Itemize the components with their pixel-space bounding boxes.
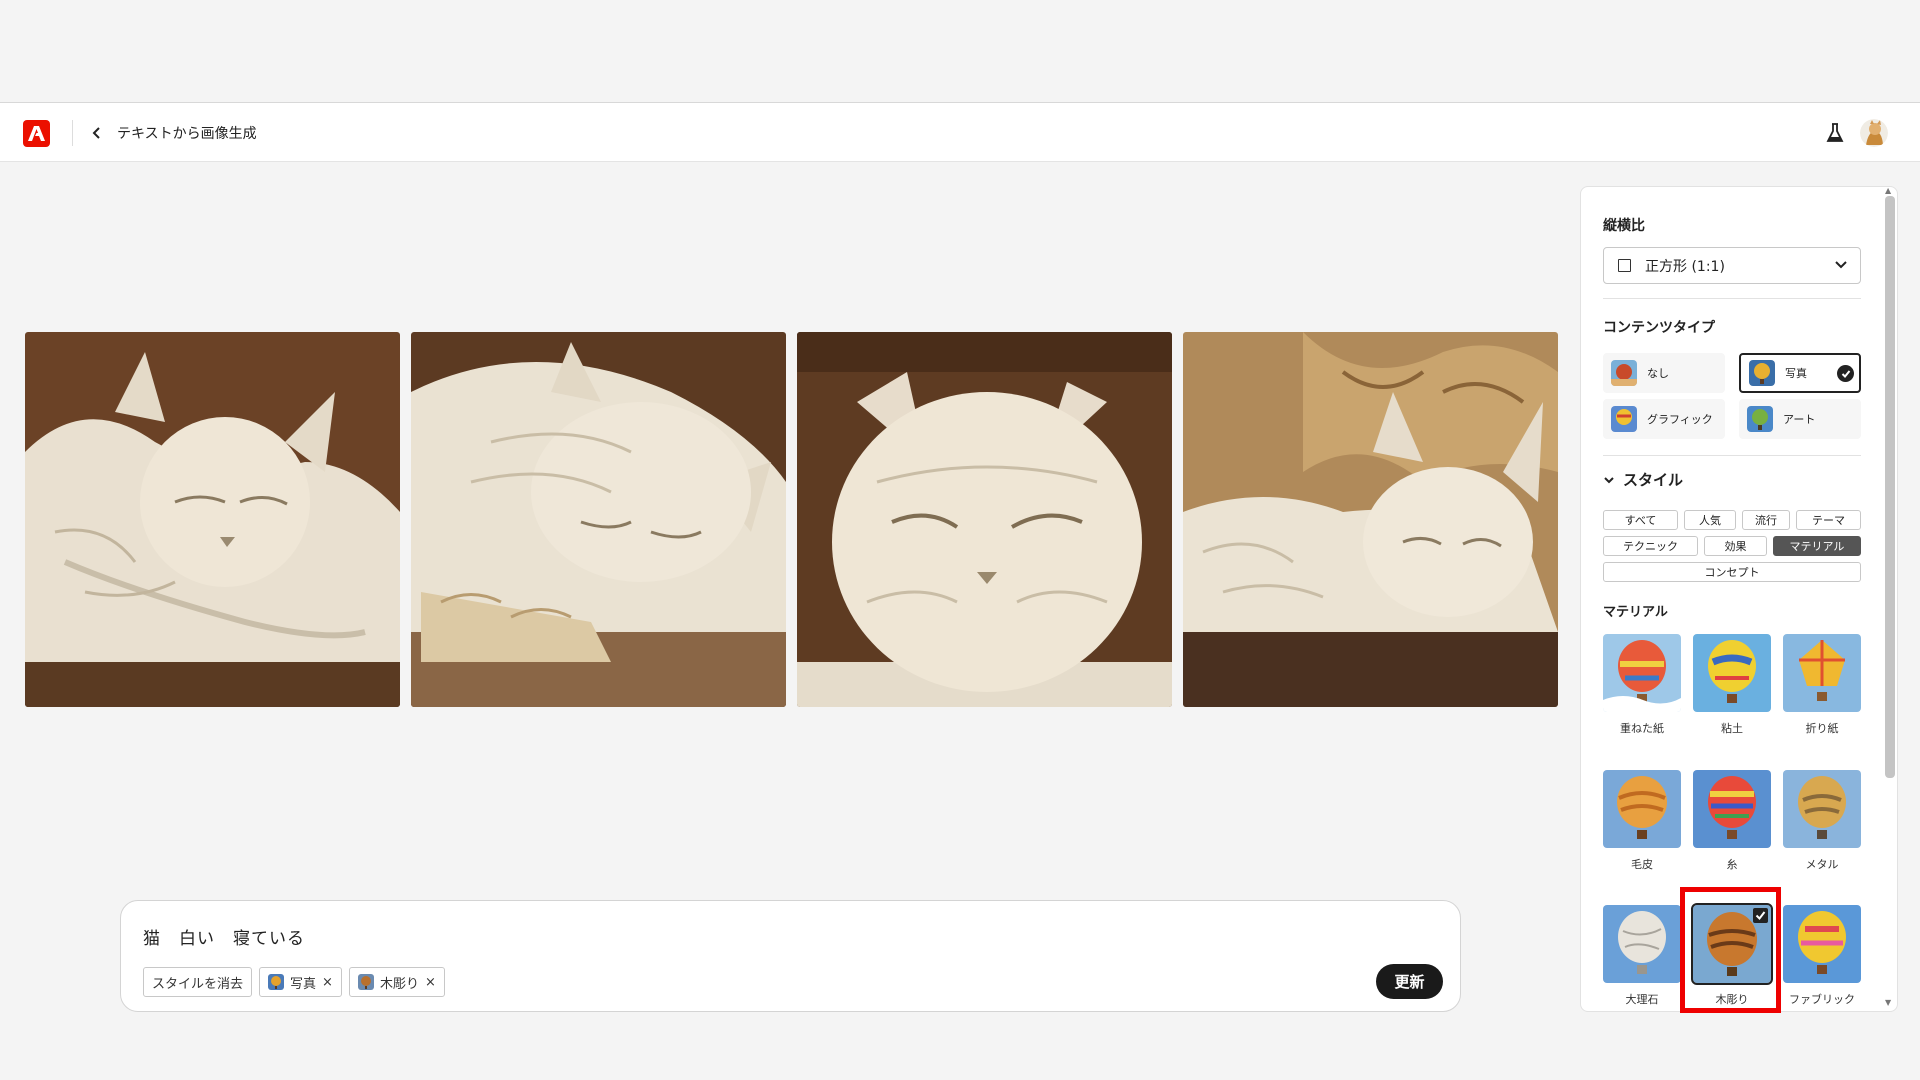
material-tile-label: 折り紙 (1805, 722, 1839, 735)
material-tile-marble[interactable]: 大理石 (1603, 905, 1681, 1007)
style-chip-row: スタイルを消去 写真 × 木彫り × (143, 967, 445, 997)
metal-balloon-icon (1783, 770, 1861, 848)
style-tab-material[interactable]: マテリアル (1773, 536, 1861, 556)
style-tab-effect[interactable]: 効果 (1704, 536, 1767, 556)
style-chip-wood-carving[interactable]: 木彫り × (348, 967, 445, 997)
material-tile-origami[interactable]: 折り紙 (1783, 634, 1861, 736)
balloon-thumbnail-icon (357, 974, 374, 990)
material-tile-label: 重ねた紙 (1620, 722, 1664, 735)
remove-chip-icon[interactable]: × (322, 975, 333, 990)
generated-image[interactable] (25, 332, 400, 707)
style-tab-trending[interactable]: 流行 (1742, 510, 1790, 530)
section-divider (1603, 455, 1861, 456)
content-type-label: アート (1783, 413, 1816, 426)
user-avatar[interactable] (1860, 119, 1888, 147)
content-type-label: コンテンツタイプ (1603, 320, 1715, 336)
selected-check-icon (1837, 365, 1854, 382)
scroll-down-arrow-icon[interactable]: ▼ (1885, 998, 1891, 1007)
style-tab-concept[interactable]: コンセプト (1603, 562, 1861, 582)
panel-scrollbar-thumb[interactable] (1885, 196, 1895, 778)
back-chevron-icon[interactable] (86, 121, 106, 145)
material-tile-label: メタル (1805, 858, 1839, 871)
thread-balloon-icon (1693, 770, 1771, 848)
content-type-label: 写真 (1785, 367, 1807, 380)
material-tile-fabric[interactable]: ファブリック (1783, 905, 1861, 1007)
layered-paper-balloon-icon (1603, 634, 1681, 712)
app-header: テキストから画像生成 (0, 102, 1920, 162)
content-photo-thumbnail-icon (1749, 360, 1775, 386)
scroll-up-arrow-icon[interactable]: ▲ (1885, 186, 1891, 195)
content-type-label: グラフィック (1647, 413, 1713, 426)
content-type-label: なし (1647, 367, 1669, 380)
material-tile-label: 粘土 (1721, 722, 1743, 735)
material-tile-label: 大理石 (1625, 993, 1659, 1006)
content-type-art[interactable]: アート (1739, 399, 1861, 439)
style-tab-theme[interactable]: テーマ (1796, 510, 1861, 530)
style-section-toggle[interactable]: スタイル (1603, 469, 1683, 490)
material-tile-clay[interactable]: 粘土 (1693, 634, 1771, 736)
content-type-none[interactable]: なし (1603, 353, 1725, 393)
style-tab-technique[interactable]: テクニック (1603, 536, 1698, 556)
material-label: マテリアル (1603, 605, 1668, 620)
generated-image[interactable] (797, 332, 1172, 707)
content-type-graphic[interactable]: グラフィック (1603, 399, 1725, 439)
balloon-thumbnail-icon (268, 974, 285, 990)
material-tile-metal[interactable]: メタル (1783, 770, 1861, 872)
material-tile-label: 毛皮 (1631, 858, 1653, 871)
content-none-thumbnail-icon (1611, 360, 1637, 386)
clear-styles-button[interactable]: スタイルを消去 (143, 967, 253, 997)
header-divider (72, 120, 73, 146)
fabric-balloon-icon (1783, 905, 1861, 983)
chip-label: 写真 (290, 976, 317, 992)
aspect-ratio-select[interactable]: 正方形 (1:1) (1603, 247, 1861, 284)
marble-balloon-icon (1603, 905, 1681, 983)
remove-chip-icon[interactable]: × (425, 975, 436, 990)
material-tile-label: 木彫り (1715, 993, 1749, 1006)
chevron-down-icon (1835, 261, 1847, 269)
content-type-photo[interactable]: 写真 (1739, 353, 1861, 393)
style-tab-popular[interactable]: 人気 (1684, 510, 1736, 530)
settings-panel: 縦横比 正方形 (1:1) コンテンツタイプ なし 写真 グラフィック アート (1580, 186, 1898, 1012)
aspect-ratio-value: 正方形 (1:1) (1645, 258, 1725, 275)
content-graphic-thumbnail-icon (1611, 406, 1637, 432)
generated-image[interactable] (411, 332, 786, 707)
material-tile-wood-carving[interactable]: 木彫り (1691, 903, 1773, 1007)
aspect-ratio-label: 縦横比 (1603, 218, 1645, 234)
material-tile-layered-paper[interactable]: 重ねた紙 (1603, 634, 1681, 736)
square-icon (1618, 259, 1631, 272)
prompt-box: 猫 白い 寝ている スタイルを消去 写真 × 木彫り × 更新 (120, 900, 1461, 1012)
material-tile-label: 糸 (1726, 858, 1738, 871)
update-button[interactable]: 更新 (1376, 964, 1443, 999)
adobe-logo-icon[interactable] (23, 120, 50, 147)
material-tile-fur[interactable]: 毛皮 (1603, 770, 1681, 872)
material-tile-label: ファブリック (1789, 993, 1855, 1006)
prompt-input[interactable]: 猫 白い 寝ている (143, 924, 305, 949)
generated-image[interactable] (1183, 332, 1558, 707)
page-title: テキストから画像生成 (117, 126, 257, 142)
style-chip-photo[interactable]: 写真 × (259, 967, 342, 997)
content-art-thumbnail-icon (1747, 406, 1773, 432)
selected-check-icon (1753, 908, 1768, 923)
style-tab-all[interactable]: すべて (1603, 510, 1678, 530)
clay-balloon-icon (1693, 634, 1771, 712)
fur-balloon-icon (1603, 770, 1681, 848)
clear-styles-label: スタイルを消去 (152, 976, 244, 992)
chevron-down-icon (1604, 476, 1614, 483)
style-section-label: スタイル (1623, 471, 1684, 489)
material-tile-thread[interactable]: 糸 (1693, 770, 1771, 872)
flask-icon[interactable] (1825, 121, 1845, 145)
section-divider (1603, 298, 1861, 299)
chip-label: 木彫り (379, 976, 419, 992)
origami-balloon-icon (1783, 634, 1861, 712)
